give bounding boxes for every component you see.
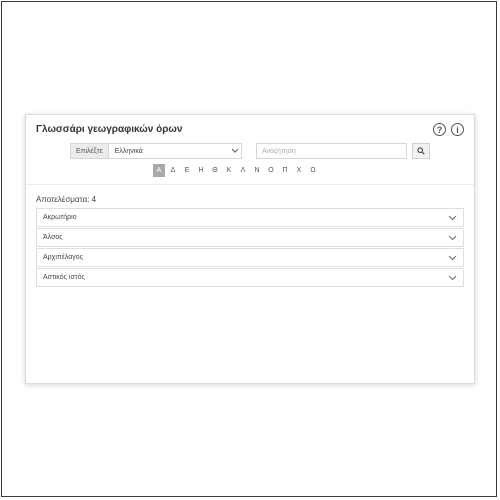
info-icon[interactable]: i: [451, 123, 464, 136]
chevron-down-icon: [448, 273, 457, 283]
chevron-down-icon: [229, 146, 241, 156]
divider: [26, 184, 474, 185]
letter-filter: ΑΔΕΗΘΚΛΝΟΠΧΩ: [153, 164, 321, 177]
help-icon[interactable]: ?: [433, 123, 446, 136]
search-input[interactable]: [256, 143, 407, 159]
search-icon: [417, 142, 425, 160]
list-item-label: Αρχιπέλαγος: [43, 254, 84, 261]
list-item[interactable]: Αρχιπέλαγος: [36, 248, 464, 267]
list-item[interactable]: Ακρωτήριο: [36, 208, 464, 227]
list-item-label: Αστικός ιστός: [43, 274, 85, 281]
letter-filter-item[interactable]: Ε: [181, 164, 193, 177]
letter-filter-item[interactable]: Θ: [209, 164, 221, 177]
search-button[interactable]: [412, 143, 430, 159]
letter-filter-item[interactable]: Π: [279, 164, 291, 177]
chevron-down-icon: [448, 213, 457, 223]
language-select[interactable]: Επιλέξτε Ελληνικά: [70, 143, 242, 159]
list-item-label: Ακρωτήριο: [43, 214, 77, 221]
letter-filter-item[interactable]: Κ: [223, 164, 235, 177]
list-item-label: Άλσος: [43, 234, 63, 241]
letter-filter-item[interactable]: Α: [153, 164, 165, 177]
page-title: Γλωσσάρι γεωγραφικών όρων: [36, 124, 183, 135]
letter-filter-item[interactable]: Ν: [251, 164, 263, 177]
results-count: Αποτελέσματα: 4: [36, 195, 97, 204]
letter-filter-item[interactable]: Η: [195, 164, 207, 177]
list-item[interactable]: Άλσος: [36, 228, 464, 247]
chevron-down-icon: [448, 233, 457, 243]
letter-filter-item[interactable]: Ο: [265, 164, 277, 177]
results-list: Ακρωτήριο Άλσος Αρχιπέλαγος Αστικός ιστός: [36, 208, 464, 288]
letter-filter-item[interactable]: Χ: [293, 164, 305, 177]
language-select-prefix: Επιλέξτε: [71, 144, 109, 158]
letter-filter-item[interactable]: Λ: [237, 164, 249, 177]
letter-filter-item[interactable]: Δ: [167, 164, 179, 177]
glossary-panel: Γλωσσάρι γεωγραφικών όρων ? i Επιλέξτε Ε…: [25, 114, 475, 384]
letter-filter-item[interactable]: Ω: [307, 164, 319, 177]
chevron-down-icon: [448, 253, 457, 263]
language-select-value: Ελληνικά: [114, 147, 143, 155]
list-item[interactable]: Αστικός ιστός: [36, 268, 464, 287]
